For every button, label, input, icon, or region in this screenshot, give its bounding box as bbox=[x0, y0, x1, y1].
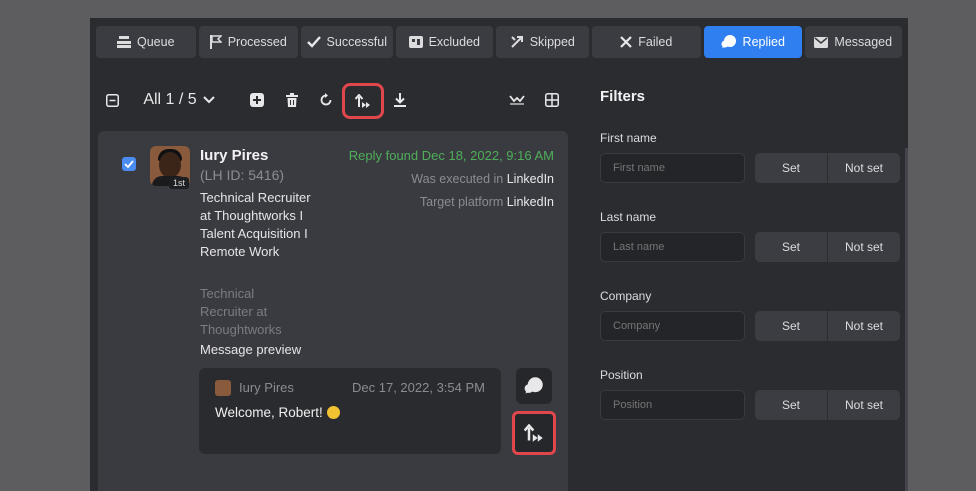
flag-icon bbox=[209, 35, 222, 49]
checkmark-icon bbox=[124, 160, 134, 168]
grid-icon[interactable] bbox=[543, 86, 561, 114]
filter-label-last-name: Last name bbox=[600, 210, 657, 224]
position-set-button[interactable]: Set bbox=[755, 390, 827, 420]
lead-card[interactable]: 1st Iury Pires (LH ID: 5416) Technical R… bbox=[98, 131, 568, 491]
first-name-input[interactable] bbox=[600, 153, 745, 183]
download-icon[interactable] bbox=[392, 86, 408, 114]
funnel-chart-icon[interactable] bbox=[508, 86, 526, 114]
reply-bubble-icon bbox=[721, 35, 736, 48]
filter-label-company: Company bbox=[600, 289, 652, 303]
executed-in: Was executed in LinkedIn bbox=[411, 172, 554, 186]
open-conversation-button[interactable] bbox=[516, 368, 552, 404]
last-name-input[interactable] bbox=[600, 232, 745, 262]
executed-prefix: Was executed in bbox=[411, 172, 504, 186]
filters-title: Filters bbox=[600, 88, 646, 105]
tab-queue[interactable]: Queue bbox=[96, 26, 196, 58]
first-name-not-set-button[interactable]: Not set bbox=[828, 153, 900, 183]
tab-processed[interactable]: Processed bbox=[198, 26, 298, 58]
message-date: Dec 17, 2022, 3:54 PM bbox=[352, 380, 485, 395]
retry-lead-button-highlighted[interactable] bbox=[512, 411, 556, 455]
toolbar: All 1 / 5 bbox=[100, 83, 565, 119]
target-prefix: Target platform bbox=[419, 195, 504, 209]
skip-icon bbox=[510, 36, 523, 48]
message-sender: Iury Pires bbox=[239, 380, 294, 395]
tab-label: Excluded bbox=[428, 35, 480, 49]
envelope-icon bbox=[814, 36, 829, 48]
retry-icon bbox=[524, 424, 543, 442]
message-text: Welcome, Robert! bbox=[215, 405, 340, 420]
lead-name[interactable]: Iury Pires bbox=[200, 147, 268, 164]
first-name-set-button[interactable]: Set bbox=[755, 153, 827, 183]
filter-label-first-name: First name bbox=[600, 131, 657, 145]
filter-label-position: Position bbox=[600, 368, 643, 382]
tab-label: Successful bbox=[326, 35, 387, 49]
message-preview-label: Message preview bbox=[200, 342, 302, 357]
tab-messaged[interactable]: Messaged bbox=[804, 26, 902, 58]
company-input[interactable] bbox=[600, 311, 745, 341]
company-set-button[interactable]: Set bbox=[755, 311, 827, 341]
last-name-not-set-button[interactable]: Not set bbox=[828, 232, 900, 262]
add-icon[interactable] bbox=[248, 86, 266, 114]
lead-company-position: Technical Recruiter at Thoughtworks bbox=[200, 286, 282, 337]
check-icon bbox=[306, 36, 321, 48]
select-checkbox[interactable] bbox=[122, 157, 136, 171]
collapse-icon[interactable] bbox=[104, 86, 120, 114]
message-avatar bbox=[215, 380, 231, 396]
target-platform: Target platform LinkedIn bbox=[420, 195, 554, 209]
selection-dropdown[interactable]: All 1 / 5 bbox=[136, 86, 222, 114]
selection-label: All 1 / 5 bbox=[143, 91, 197, 108]
tab-successful[interactable]: Successful bbox=[301, 26, 393, 58]
message-preview: Iury Pires Dec 17, 2022, 3:54 PM Welcome… bbox=[199, 368, 501, 454]
target-platform-value: LinkedIn bbox=[506, 195, 554, 209]
tab-label: Skipped bbox=[529, 35, 575, 49]
last-name-set-button[interactable]: Set bbox=[755, 232, 827, 262]
smile-emoji-icon bbox=[326, 406, 340, 419]
position-input[interactable] bbox=[600, 390, 745, 420]
message-body: Welcome, Robert! bbox=[215, 405, 323, 420]
queue-icon bbox=[116, 36, 131, 48]
retry-icon bbox=[355, 94, 370, 108]
reply-bubble-icon bbox=[524, 377, 543, 394]
tab-excluded[interactable]: Excluded bbox=[395, 26, 494, 58]
tab-failed[interactable]: Failed bbox=[591, 26, 701, 58]
position-not-set-button[interactable]: Not set bbox=[828, 390, 900, 420]
lead-id: (LH ID: 5416) bbox=[200, 167, 285, 183]
trash-icon[interactable] bbox=[284, 86, 300, 114]
x-icon bbox=[620, 36, 633, 48]
tab-label: Queue bbox=[136, 35, 175, 49]
tab-label: Replied bbox=[742, 35, 785, 49]
filters-scrollbar[interactable] bbox=[905, 148, 908, 491]
tab-skipped[interactable]: Skipped bbox=[496, 26, 589, 58]
tab-label: Failed bbox=[638, 35, 673, 49]
reply-status: Reply found Dec 18, 2022, 9:16 AM bbox=[348, 148, 554, 163]
chevron-down-icon bbox=[202, 96, 215, 104]
app-window: Queue Processed Successful Excluded Skip… bbox=[90, 18, 908, 491]
connection-degree-badge: 1st bbox=[169, 177, 190, 189]
company-not-set-button[interactable]: Not set bbox=[828, 311, 900, 341]
tab-replied[interactable]: Replied bbox=[704, 26, 802, 58]
excluded-icon bbox=[408, 36, 423, 48]
status-tabs: Queue Processed Successful Excluded Skip… bbox=[96, 26, 902, 58]
retry-button-highlighted[interactable] bbox=[342, 83, 384, 119]
executed-platform: LinkedIn bbox=[506, 172, 554, 186]
refresh-icon[interactable] bbox=[318, 86, 334, 114]
lead-headline: Technical Recruiter at Thoughtworks I Ta… bbox=[200, 190, 311, 259]
tab-label: Processed bbox=[227, 35, 287, 49]
tab-label: Messaged bbox=[834, 35, 893, 49]
